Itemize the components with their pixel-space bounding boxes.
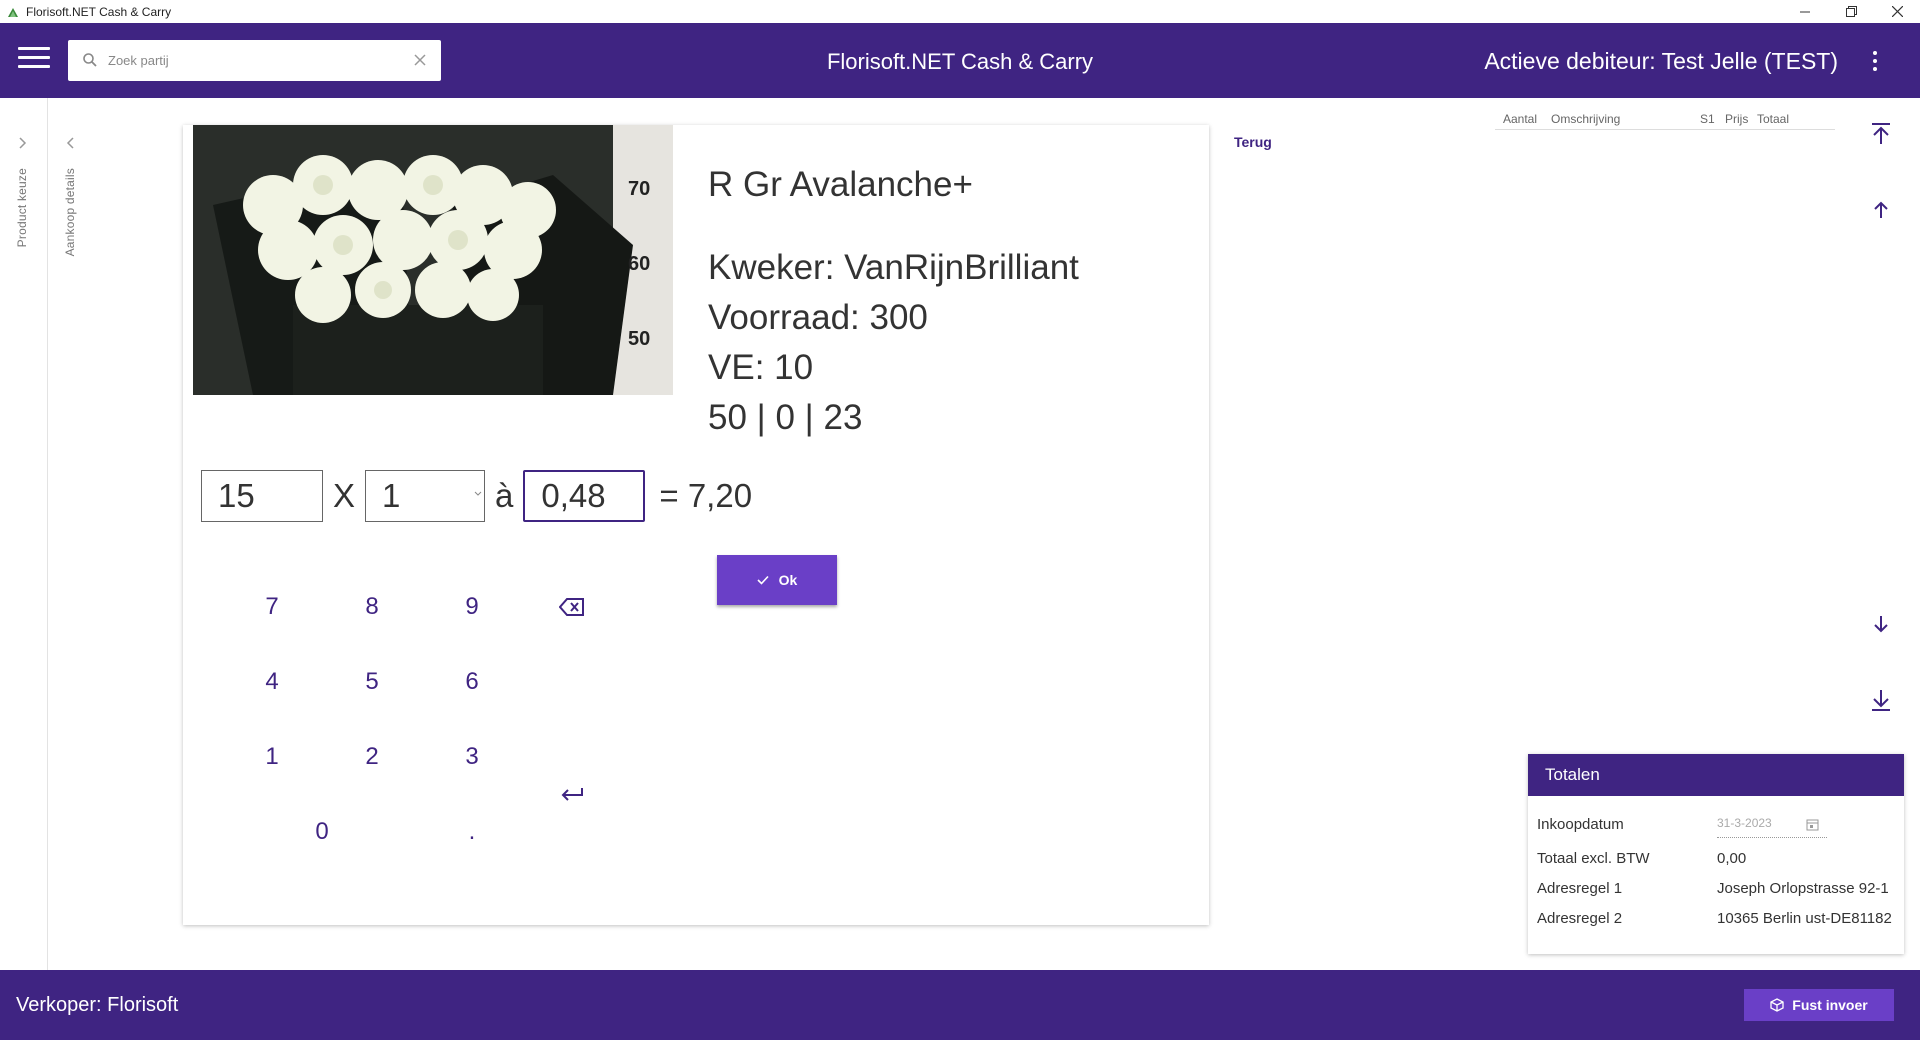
dropdown-arrow-icon — [474, 491, 482, 496]
product-codes: 50 | 0 | 23 — [708, 398, 863, 437]
enter-key[interactable] — [542, 775, 602, 815]
line-total: = 7,20 — [659, 477, 753, 514]
backspace-icon — [559, 598, 584, 616]
enter-icon — [561, 788, 583, 801]
quantity-field[interactable]: 15 — [201, 470, 323, 522]
purchase-date-field[interactable]: 31-3-2023 — [1717, 816, 1827, 838]
totals-panel: Totalen Inkoopdatum 31-3-2023 Totaal exc… — [1528, 754, 1904, 954]
restore-button[interactable] — [1828, 0, 1874, 23]
chevron-right-icon[interactable] — [14, 134, 32, 152]
purchase-date-value: 31-3-2023 — [1717, 816, 1772, 830]
key-3[interactable]: 3 — [442, 737, 502, 777]
ruler-mark: 70 — [628, 178, 650, 200]
product-choice-label[interactable]: Product keuze — [15, 168, 29, 247]
product-info: R Gr Avalanche+ Kweker: VanRijnBrilliant… — [708, 165, 1079, 443]
product-detail-card: 70 60 50 R Gr Avalanche+ Kweker: VanRijn… — [183, 125, 1209, 925]
backspace-key[interactable] — [542, 587, 602, 627]
more-options-icon[interactable] — [1872, 51, 1878, 71]
seller-info: Verkoper: Florisoft — [16, 994, 178, 1017]
close-window-button[interactable] — [1874, 0, 1920, 23]
scroll-up-icon[interactable] — [1869, 198, 1893, 222]
totals-label-purchase-date: Inkoopdatum — [1537, 816, 1624, 833]
col-s1: S1 — [1700, 112, 1715, 126]
totals-value-excl-vat: 0,00 — [1717, 850, 1747, 867]
fust-invoer-button[interactable]: Fust invoer — [1744, 989, 1894, 1021]
col-omschrijving: Omschrijving — [1551, 112, 1621, 126]
key-4[interactable]: 4 — [242, 662, 302, 702]
product-ve: VE: 10 — [708, 348, 814, 387]
ruler-mark: 50 — [628, 328, 650, 350]
col-totaal: Totaal — [1757, 112, 1790, 126]
totals-label-address-1: Adresregel 1 — [1537, 880, 1623, 897]
ruler-mark: 60 — [628, 253, 650, 275]
totals-label-address-2: Adresregel 2 — [1537, 910, 1623, 927]
check-icon — [757, 575, 769, 585]
debtor-value: Test Jelle (TEST) — [1661, 48, 1838, 74]
key-8[interactable]: 8 — [342, 587, 402, 627]
times-sign: X — [333, 477, 356, 514]
key-0[interactable]: 0 — [292, 812, 352, 852]
at-sign: à — [495, 477, 514, 514]
fust-invoer-label: Fust invoer — [1792, 997, 1868, 1013]
ok-button[interactable]: Ok — [717, 555, 837, 605]
box-icon — [1770, 998, 1784, 1012]
key-9[interactable]: 9 — [442, 587, 502, 627]
restore-icon — [1845, 6, 1857, 17]
product-choice-rail[interactable]: Product keuze — [0, 98, 48, 970]
window-title: Florisoft.NET Cash & Carry — [26, 4, 172, 19]
totals-value-address-1: Joseph Orlopstrasse 92-1 — [1717, 880, 1889, 897]
ok-label: Ok — [778, 572, 798, 588]
minimize-icon — [1800, 11, 1810, 12]
purchase-details-rail[interactable]: Aankoop details — [48, 98, 96, 970]
key-6[interactable]: 6 — [442, 662, 502, 702]
quantity-entry-row: 15 X 1 à 0,48 = 7,20 — [201, 470, 752, 522]
key-decimal[interactable]: . — [442, 812, 502, 852]
window-titlebar: Florisoft.NET Cash & Carry — [0, 0, 1920, 23]
unit-value: 1 — [382, 477, 401, 514]
product-name: R Gr Avalanche+ — [708, 165, 973, 204]
app-footer: Verkoper: Florisoft Fust invoer — [0, 970, 1920, 1040]
col-prijs: Prijs — [1725, 112, 1749, 126]
seller-label: Verkoper: — [16, 994, 102, 1016]
key-7[interactable]: 7 — [242, 587, 302, 627]
product-image: 70 60 50 — [193, 125, 673, 395]
seller-value: Florisoft — [107, 994, 179, 1016]
key-1[interactable]: 1 — [242, 737, 302, 777]
totals-label-excl-vat: Totaal excl. BTW — [1537, 850, 1650, 867]
app-icon — [8, 7, 18, 17]
scroll-down-icon[interactable] — [1869, 612, 1893, 636]
key-5[interactable]: 5 — [342, 662, 402, 702]
close-icon — [1891, 6, 1903, 17]
active-debtor: Actieve debiteur: Test Jelle (TEST) — [1484, 48, 1838, 75]
purchase-details-label[interactable]: Aankoop details — [63, 168, 77, 256]
col-aantal: Aantal — [1503, 112, 1538, 126]
back-link[interactable]: Terug — [1234, 134, 1272, 150]
app-header: Florisoft.NET Cash & Carry Actieve debit… — [0, 23, 1920, 98]
scroll-to-top-icon[interactable] — [1869, 122, 1893, 146]
debtor-label: Actieve debiteur: — [1484, 48, 1656, 74]
chevron-left-icon[interactable] — [62, 134, 80, 152]
totals-value-address-2: 10365 Berlin ust-DE81182 — [1717, 910, 1892, 927]
order-lines-header: Aantal Omschrijving S1 Prijs Totaal — [1495, 110, 1835, 130]
product-stock: Voorraad: 300 — [708, 298, 928, 337]
totals-title: Totalen — [1528, 754, 1904, 796]
unit-select[interactable]: 1 — [365, 470, 486, 522]
minimize-button[interactable] — [1782, 0, 1828, 23]
scroll-to-bottom-icon[interactable] — [1869, 688, 1893, 712]
key-2[interactable]: 2 — [342, 737, 402, 777]
price-field[interactable]: 0,48 — [523, 470, 646, 522]
product-grower: Kweker: VanRijnBrilliant — [708, 248, 1079, 287]
calendar-icon[interactable] — [1806, 818, 1819, 831]
